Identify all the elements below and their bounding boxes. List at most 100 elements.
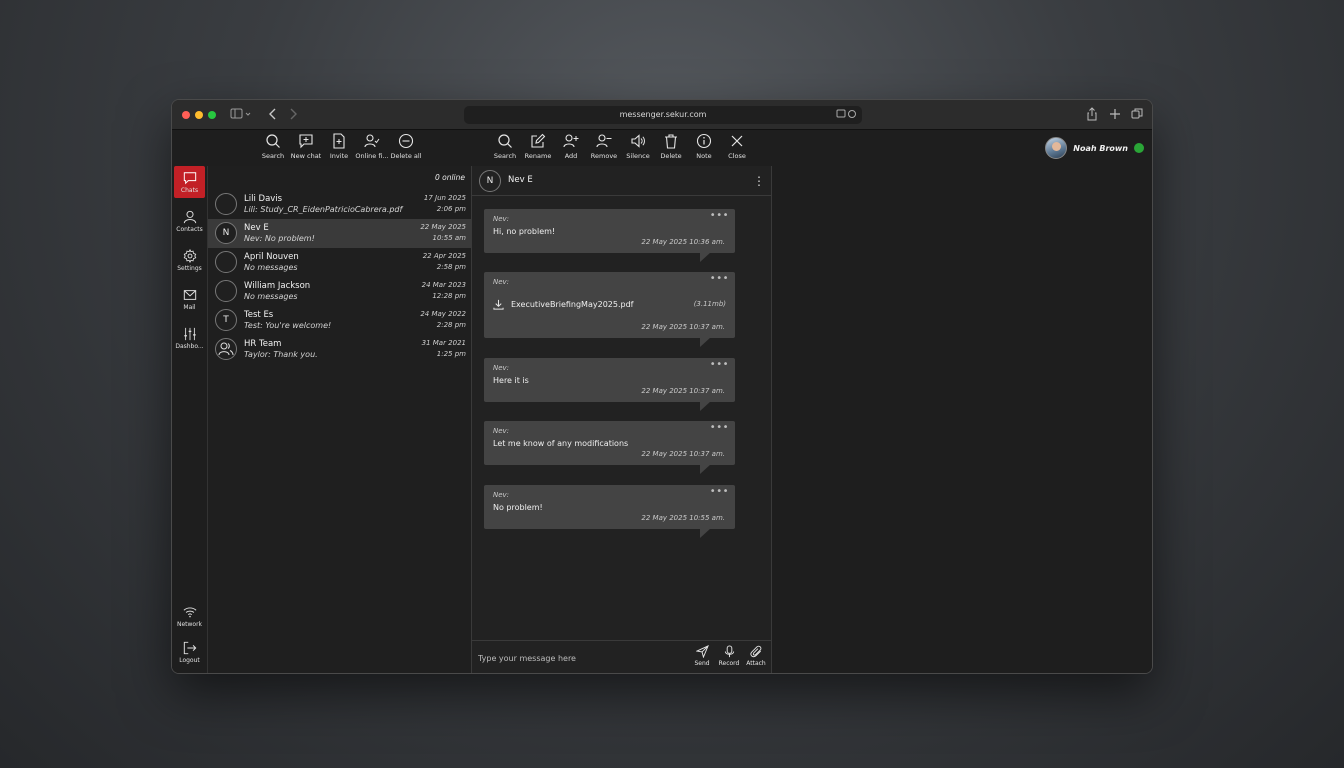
more-options-icon[interactable]: ⋮ xyxy=(753,174,765,188)
sidebar-item-contacts[interactable]: Contacts xyxy=(174,205,205,237)
message-sender: Nev: xyxy=(493,215,510,223)
avatar xyxy=(1045,137,1068,159)
speaker-icon xyxy=(631,134,645,148)
trash-icon xyxy=(665,134,677,149)
attach-button[interactable]: Attach xyxy=(742,645,770,667)
paperclip-icon xyxy=(749,645,761,658)
conversation-panel: N Nev E ⋮ Nev: ••• Hi, no problem! 22 Ma… xyxy=(472,166,772,673)
message-timestamp: 22 May 2025 10:37 am. xyxy=(641,450,725,458)
chat-time: 12:28 pm xyxy=(432,292,466,300)
chat-list: 0 online Lili Davis Lili: Study_CR_Eiden… xyxy=(208,166,472,673)
mail-icon xyxy=(183,290,196,300)
sidebar-item-chats[interactable]: Chats xyxy=(174,166,205,198)
message-menu-icon[interactable]: ••• xyxy=(710,273,729,284)
online-status-dot xyxy=(1134,143,1144,153)
message-input[interactable] xyxy=(478,650,678,666)
tab-overview-icon[interactable] xyxy=(1131,107,1143,121)
sidebar-item-label: Network xyxy=(176,621,203,628)
record-label: Record xyxy=(718,660,740,667)
sidebar-item-label: Chats xyxy=(180,187,199,194)
reload-icon[interactable] xyxy=(836,107,858,128)
chat-date: 24 May 2022 xyxy=(420,310,466,318)
message-timestamp: 22 May 2025 10:37 am. xyxy=(641,387,725,395)
record-button[interactable]: Record xyxy=(715,645,743,667)
list-item[interactable]: N Nev E Nev: No problem! 22 May 2025 10:… xyxy=(208,219,472,248)
back-icon[interactable] xyxy=(268,107,278,121)
chat-date: 24 Mar 2023 xyxy=(421,281,466,289)
message-bubble: Nev: ••• Let me know of any modification… xyxy=(484,421,735,474)
contact-name: HR Team xyxy=(244,339,282,349)
list-item[interactable]: April Nouven No messages 22 Apr 2025 2:5… xyxy=(208,248,472,277)
sidebar-item-logout[interactable]: Logout xyxy=(174,636,205,668)
send-icon xyxy=(695,645,709,658)
wifi-icon xyxy=(183,607,196,618)
message-menu-icon[interactable]: ••• xyxy=(710,210,729,221)
list-item[interactable]: T Test Es Test: You're welcome! 24 May 2… xyxy=(208,306,472,335)
avatar xyxy=(215,193,237,215)
message-preview: Lili: Study_CR_EidenPatricioCabrera.pdf xyxy=(244,205,403,214)
chat-time: 1:25 pm xyxy=(436,350,466,358)
message-timestamp: 22 May 2025 10:37 am. xyxy=(641,323,725,331)
gear-icon xyxy=(183,249,196,263)
sidebar-item-label: Contacts xyxy=(176,226,203,233)
send-button[interactable]: Send xyxy=(688,645,716,667)
message-sender: Nev: xyxy=(493,427,510,435)
file-attachment[interactable]: ExecutiveBriefingMay2025.pdf (3.11mb) xyxy=(493,299,728,311)
list-item[interactable]: Lili Davis Lili: Study_CR_EidenPatricioC… xyxy=(208,190,472,219)
chat-date: 17 Jun 2025 xyxy=(423,194,466,202)
sidebar-item-dashboard[interactable]: Dashbo... xyxy=(174,322,205,354)
message-timestamp: 22 May 2025 10:36 am. xyxy=(641,238,725,246)
forward-icon[interactable] xyxy=(288,107,298,121)
user-name: Noah Brown xyxy=(1073,143,1128,153)
chat-time: 2:28 pm xyxy=(436,321,466,329)
conversation-header: N Nev E ⋮ xyxy=(472,166,771,196)
sidebar-item-label: Logout xyxy=(179,657,200,664)
message-text: Hi, no problem! xyxy=(493,227,556,236)
microphone-icon xyxy=(724,645,734,658)
avatar: T xyxy=(215,309,237,331)
list-item[interactable]: HR Team Taylor: Thank you. 31 Mar 2021 1… xyxy=(208,335,472,364)
sliders-icon xyxy=(183,327,196,341)
message-text: Here it is xyxy=(493,376,529,385)
rename-icon xyxy=(531,133,546,148)
sidebar-item-settings[interactable]: Settings xyxy=(174,244,205,276)
message-menu-icon[interactable]: ••• xyxy=(710,486,729,497)
avatar xyxy=(215,338,237,360)
zoom-window-button[interactable] xyxy=(208,111,216,119)
list-item[interactable]: William Jackson No messages 24 Mar 2023 … xyxy=(208,277,472,306)
delete-all-icon xyxy=(398,133,414,149)
message-preview: Taylor: Thank you. xyxy=(244,350,318,359)
file-name: ExecutiveBriefingMay2025.pdf xyxy=(511,300,634,309)
add-user-icon xyxy=(563,134,579,148)
search-icon xyxy=(498,134,512,148)
group-icon xyxy=(218,342,234,356)
sidebar-toggle-icon[interactable] xyxy=(230,107,252,121)
message-menu-icon[interactable]: ••• xyxy=(710,422,729,433)
message-composer: Send Record Attach xyxy=(472,640,771,673)
close-window-button[interactable] xyxy=(182,111,190,119)
message-text: No problem! xyxy=(493,503,543,512)
message-menu-icon[interactable]: ••• xyxy=(710,359,729,370)
file-size: (3.11mb) xyxy=(693,300,726,308)
message-bubble: Nev: ••• No problem! 22 May 2025 10:55 a… xyxy=(484,485,735,538)
message-bubble: Nev: ••• ExecutiveBriefingMay2025.pdf (3… xyxy=(484,272,735,347)
sidebar-item-mail[interactable]: Mail xyxy=(174,283,205,315)
message-text: Let me know of any modifications xyxy=(493,439,629,448)
delete-all-button[interactable]: Delete all xyxy=(386,133,426,160)
message-preview: Nev: No problem! xyxy=(244,234,315,243)
sidebar-item-label: Mail xyxy=(183,304,196,311)
share-icon[interactable] xyxy=(1086,107,1098,121)
minimize-window-button[interactable] xyxy=(195,111,203,119)
current-user[interactable]: Noah Brown xyxy=(1045,137,1144,159)
message-sender: Nev: xyxy=(493,364,510,372)
chat-date: 22 Apr 2025 xyxy=(422,252,466,260)
attach-label: Attach xyxy=(746,660,766,667)
address-bar[interactable]: messenger.sekur.com xyxy=(464,106,862,124)
download-icon xyxy=(493,299,504,310)
close-conversation-button[interactable]: Close xyxy=(717,133,757,160)
new-tab-icon[interactable] xyxy=(1109,107,1121,121)
sidebar-item-network[interactable]: Network xyxy=(174,600,205,632)
chat-date: 31 Mar 2021 xyxy=(421,339,466,347)
contact-name: Test Es xyxy=(244,310,274,320)
delete-all-label: Delete all xyxy=(390,152,422,160)
